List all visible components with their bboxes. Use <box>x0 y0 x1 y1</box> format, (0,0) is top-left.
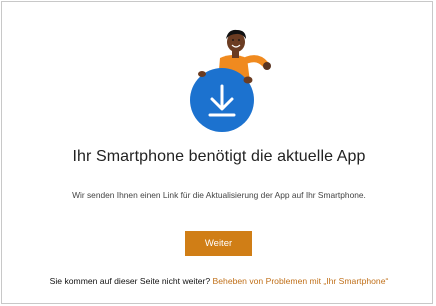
dialog-title: Ihr Smartphone benötigt die aktuelle App <box>72 148 366 165</box>
help-footer-text: Sie kommen auf dieser Seite nicht weiter… <box>49 276 211 286</box>
dialog-panel: Ihr Smartphone benötigt die aktuelle App… <box>1 1 433 304</box>
continue-button[interactable]: Weiter <box>185 231 252 256</box>
help-footer: Sie kommen auf dieser Seite nicht weiter… <box>2 276 436 286</box>
dialog-subtitle: Wir senden Ihnen einen Link für die Aktu… <box>72 190 366 200</box>
troubleshooting-link[interactable]: Beheben von Problemen mit „Ihr Smartphon… <box>213 276 389 286</box>
phone-download-illustration <box>190 29 271 132</box>
